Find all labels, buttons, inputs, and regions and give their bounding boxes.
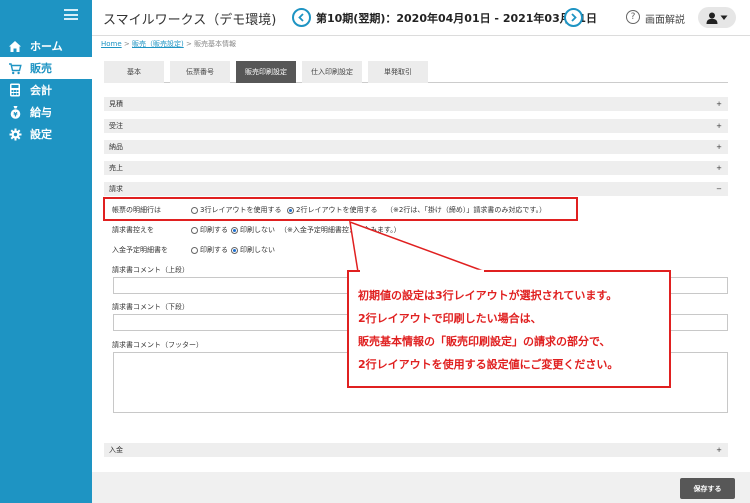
annotation-highlight-box bbox=[103, 197, 578, 221]
radio-label: 印刷しない bbox=[240, 246, 275, 254]
tab-one-off-transaction[interactable]: 単発取引 bbox=[368, 61, 428, 83]
next-period-button[interactable] bbox=[564, 8, 583, 27]
radio-copy-print[interactable]: 印刷する bbox=[191, 225, 228, 235]
sidebar-item-label: ホーム bbox=[30, 40, 63, 53]
settings-tabs: 基本 伝票番号 販売印刷設定 仕入印刷設定 単発取引 bbox=[104, 61, 728, 83]
section-title: 売上 bbox=[109, 164, 123, 172]
section-sales[interactable]: 売上 + bbox=[104, 161, 728, 175]
expand-icon[interactable]: + bbox=[716, 446, 722, 454]
callout-line: 販売基本情報の「販売印刷設定」の請求の部分で、 bbox=[358, 335, 611, 348]
top-header: スマイルワークス（デモ環境) 第10期(翌期)：2020年04月01日 - 20… bbox=[92, 0, 750, 36]
annotation-callout: 初期値の設定は3行レイアウトが選択されています。 2行レイアウトで印刷したい場合… bbox=[347, 270, 671, 388]
breadcrumb-sales-settings-link[interactable]: 販売（販売設定) bbox=[132, 40, 184, 48]
section-payment[interactable]: 入金 + bbox=[104, 443, 728, 457]
user-menu-button[interactable] bbox=[698, 7, 736, 28]
expand-icon[interactable]: + bbox=[716, 164, 722, 172]
section-title: 受注 bbox=[109, 122, 123, 130]
radio-copy-no-print[interactable]: 印刷しない bbox=[231, 225, 275, 235]
sidebar-item-accounting[interactable]: 会計 bbox=[0, 79, 92, 101]
tab-sales-print-settings[interactable]: 販売印刷設定 bbox=[236, 61, 296, 83]
breadcrumb-separator: > bbox=[183, 40, 195, 48]
sidebar-item-label: 販売 bbox=[30, 62, 52, 75]
caret-down-icon bbox=[720, 15, 728, 20]
invoice-copy-label: 請求書控えを bbox=[112, 226, 154, 234]
expand-icon[interactable]: + bbox=[716, 143, 722, 151]
app-title: スマイルワークス（デモ環境) bbox=[103, 13, 277, 28]
previous-period-button[interactable] bbox=[292, 8, 311, 27]
radio-button[interactable] bbox=[231, 226, 238, 234]
sidebar-item-payroll[interactable]: ¥ 給与 bbox=[0, 101, 92, 123]
radio-label: 印刷する bbox=[200, 226, 228, 234]
help-icon[interactable]: ? bbox=[626, 10, 640, 24]
section-title: 納品 bbox=[109, 143, 123, 151]
collapse-icon[interactable]: − bbox=[716, 185, 722, 193]
section-title: 見積 bbox=[109, 100, 123, 108]
sidebar-item-label: 会計 bbox=[30, 84, 52, 97]
save-button[interactable]: 保存する bbox=[680, 478, 735, 499]
callout-line: 2行レイアウトで印刷したい場合は、 bbox=[358, 312, 542, 325]
sidebar-item-settings[interactable]: 設定 bbox=[0, 123, 92, 145]
hamburger-menu-icon[interactable] bbox=[64, 9, 78, 20]
comment-footer-label: 請求書コメント（フッター） bbox=[112, 341, 203, 349]
breadcrumb-separator: > bbox=[121, 40, 132, 48]
payment-schedule-label: 入金予定明細書を bbox=[112, 246, 168, 254]
copy-note: （※入金予定明細書控えも含みます。） bbox=[280, 226, 401, 234]
screen-help-link[interactable]: 画面解説 bbox=[645, 11, 685, 26]
comment-top-label: 請求書コメント（上段） bbox=[112, 266, 189, 274]
breadcrumb: Home > 販売（販売設定) > 販売基本情報 bbox=[101, 39, 236, 49]
radio-label: 印刷しない bbox=[240, 226, 275, 234]
radio-schedule-no-print[interactable]: 印刷しない bbox=[231, 245, 275, 255]
expand-icon[interactable]: + bbox=[716, 100, 722, 108]
section-title: 請求 bbox=[109, 185, 123, 193]
expand-icon[interactable]: + bbox=[716, 122, 722, 130]
fiscal-period-label: 第10期(翌期)：2020年04月01日 - 2021年03月31日 bbox=[316, 12, 598, 25]
chevron-right-icon bbox=[571, 13, 577, 22]
sidebar-item-label: 給与 bbox=[30, 106, 52, 119]
home-icon bbox=[8, 39, 22, 53]
comment-bottom-label: 請求書コメント（下段） bbox=[112, 303, 189, 311]
callout-line: 初期値の設定は3行レイアウトが選択されています。 bbox=[358, 289, 618, 302]
section-order[interactable]: 受注 + bbox=[104, 119, 728, 133]
radio-button[interactable] bbox=[191, 246, 198, 254]
money-bag-icon: ¥ bbox=[8, 105, 22, 119]
radio-label: 印刷する bbox=[200, 246, 228, 254]
chevron-left-icon bbox=[298, 13, 304, 22]
section-estimate[interactable]: 見積 + bbox=[104, 97, 728, 111]
radio-button[interactable] bbox=[231, 246, 238, 254]
callout-line: 2行レイアウトを使用する設定値にご変更ください。 bbox=[358, 358, 619, 371]
section-title: 入金 bbox=[109, 446, 123, 454]
sidebar-item-label: 設定 bbox=[30, 128, 52, 141]
tab-slip-number[interactable]: 伝票番号 bbox=[170, 61, 230, 83]
sidebar-item-home[interactable]: ホーム bbox=[0, 35, 92, 57]
radio-schedule-print[interactable]: 印刷する bbox=[191, 245, 228, 255]
sidebar-item-sales[interactable]: 販売 bbox=[0, 57, 92, 79]
footer-bar bbox=[92, 472, 750, 503]
user-icon bbox=[706, 12, 718, 24]
calculator-icon bbox=[8, 83, 22, 97]
radio-button[interactable] bbox=[191, 226, 198, 234]
breadcrumb-home-link[interactable]: Home bbox=[101, 40, 122, 48]
tab-purchase-print-settings[interactable]: 仕入印刷設定 bbox=[302, 61, 362, 83]
gear-icon bbox=[8, 127, 22, 141]
sidebar: ホーム 販売 会計 ¥ 給与 設定 bbox=[0, 0, 92, 503]
section-delivery[interactable]: 納品 + bbox=[104, 140, 728, 154]
tab-basic[interactable]: 基本 bbox=[104, 61, 164, 83]
section-invoice[interactable]: 請求 − bbox=[104, 182, 728, 196]
cart-icon bbox=[8, 61, 22, 75]
breadcrumb-current: 販売基本情報 bbox=[194, 40, 237, 48]
